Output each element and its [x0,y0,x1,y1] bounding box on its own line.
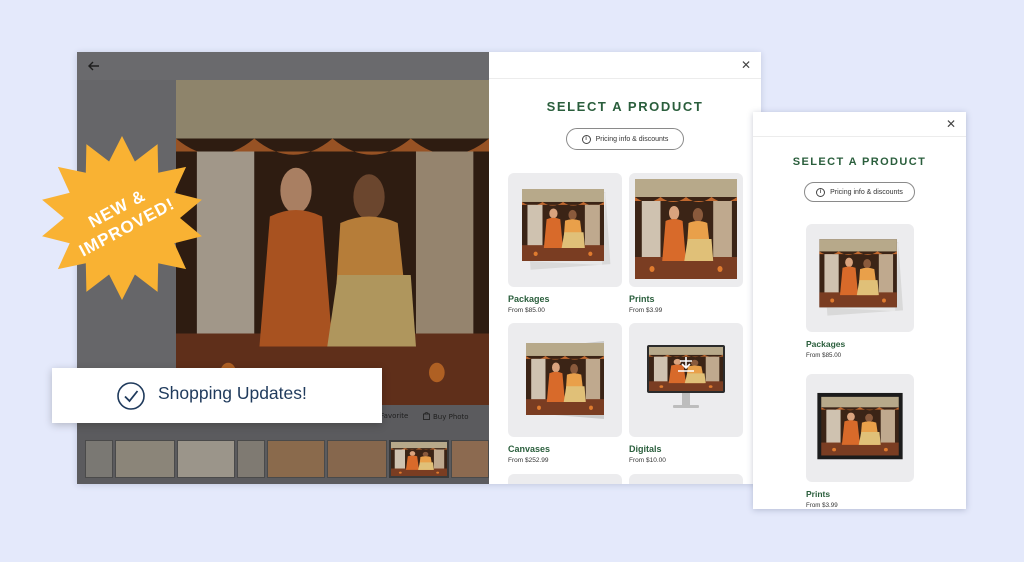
pricing-info-button[interactable]: i Pricing info & discounts [566,128,684,150]
pricing-info-label: Pricing info & discounts [595,135,669,143]
thumbnail[interactable] [85,440,113,478]
thumbnail[interactable] [451,440,489,478]
arrow-left-icon[interactable] [86,58,102,74]
divider [489,78,761,79]
product-price: From $85.00 [508,307,545,314]
prints-image [629,173,743,287]
product-card-canvases[interactable]: Canvases From $252.99 [508,323,622,464]
product-price: From $3.99 [629,307,663,314]
thumbnail-strip [77,438,489,480]
thumbnail[interactable] [115,440,175,478]
product-panel: ✕ SELECT A PRODUCT i Pricing info & disc… [489,52,761,484]
prints-image [806,374,914,482]
thumbnail[interactable] [327,440,387,478]
thumbnail[interactable] [267,440,325,478]
product-card-prints[interactable]: Prints From $3.99 [629,173,743,314]
product-name: Prints [806,489,831,499]
product-card-prints[interactable]: Prints From $3.99 [806,374,914,509]
digitals-image [629,323,743,437]
divider [753,136,966,137]
check-circle-icon [116,381,146,415]
thumbnail[interactable] [237,440,265,478]
product-card-packages[interactable]: Packages From $85.00 [806,224,914,359]
product-card-partial [629,474,743,484]
favorite-label: Favorite [380,412,409,420]
buy-photo-button[interactable]: Buy Photo [423,412,469,422]
banner-text: Shopping Updates! [158,383,307,403]
product-card-digitals[interactable]: Digitals From $10.00 [629,323,743,464]
pricing-info-button[interactable]: i Pricing info & discounts [804,182,915,202]
product-price: From $252.99 [508,457,549,464]
product-card-packages[interactable]: Packages From $85.00 [508,173,622,314]
packages-image [508,173,622,287]
info-icon: i [816,187,826,197]
thumbnail[interactable] [177,440,235,478]
product-name: Canvases [508,444,551,454]
bag-icon [423,412,430,422]
panel-title: SELECT A PRODUCT [792,156,927,168]
product-name: Prints [629,294,655,304]
mobile-product-panel: ✕ SELECT A PRODUCT i Pricing info & disc… [753,112,966,509]
product-card-partial [508,474,622,484]
thumbnail-selected[interactable] [389,440,449,478]
product-name: Packages [508,294,550,304]
shopping-updates-banner: Shopping Updates! [52,368,382,423]
packages-image [806,224,914,332]
product-name: Digitals [629,444,662,454]
canvases-image [508,323,622,437]
product-price: From $10.00 [629,457,666,464]
pricing-info-label: Pricing info & discounts [830,188,903,196]
viewer-topbar [77,52,489,80]
product-price: From $3.99 [806,502,838,509]
close-icon[interactable]: ✕ [946,117,956,131]
panel-title: SELECT A PRODUCT [546,99,704,114]
close-icon[interactable]: ✕ [741,58,751,72]
info-icon: i [581,134,591,144]
product-price: From $85.00 [806,352,842,359]
product-name: Packages [806,339,846,349]
buy-photo-label: Buy Photo [433,413,469,421]
